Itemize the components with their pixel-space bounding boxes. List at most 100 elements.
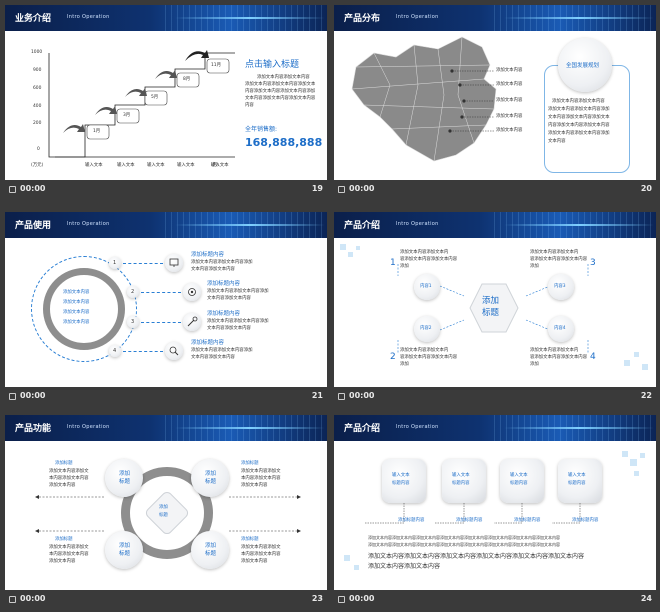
node-label: 添加: [205, 471, 217, 477]
slide-header: 产品使用 Intro Operation: [5, 212, 327, 238]
slide-timing: 00:00: [349, 391, 375, 400]
plan-body-line: 文本内容: [548, 139, 566, 144]
transition-icon: [338, 186, 345, 193]
big-text-line: 添加文本内容添加文本内容: [368, 563, 441, 570]
slide-title: 产品使用: [15, 221, 52, 231]
body-line: 文本内容添加文本内容添加文本内容: [245, 96, 316, 101]
x-tick-label: 输入文本: [147, 163, 165, 168]
map-label: 添加文本内容: [496, 82, 523, 87]
node-body-line: 添加: [530, 362, 539, 367]
body-line: 添加文本内容添加文本内容添加文本: [245, 82, 316, 87]
node-label: 内容4: [554, 326, 566, 331]
gear-icon: [183, 283, 201, 301]
node-circle: [191, 459, 229, 497]
plan-title: 全国发展规划: [566, 63, 600, 69]
slide-canvas: 产品分布 Intro Operation 添加文本内容 添加文本内容 添加文本内…: [334, 5, 656, 180]
x-tick-label: 输入文本: [211, 163, 229, 168]
slide-thumbnail-20[interactable]: 产品分布 Intro Operation 添加文本内容 添加文本内容 添加文本内…: [334, 5, 656, 200]
body-line: 内容添加文本内容添加文本内容添加: [245, 89, 316, 94]
center-title-line: 添加: [159, 505, 168, 510]
node-label: 标题: [119, 479, 131, 485]
bar-label: 3月: [123, 113, 131, 118]
slide-timing: 00:00: [349, 594, 375, 603]
node-body-line: 添加文本内容添加文: [241, 469, 281, 474]
node-number: 2: [390, 352, 396, 362]
node-body-line: 添加文本内容添加文: [49, 469, 89, 474]
node-body-line: 添加文本内容: [241, 483, 268, 488]
node-body-line: 容添加文本内容添加文本内容: [530, 257, 588, 262]
plan-body-line: 添加文本内容添加文本内容添加: [548, 107, 610, 112]
item-title: 添加标题内容: [191, 252, 225, 258]
x-tick-label: 输入文本: [85, 163, 103, 168]
slide-number: 19: [311, 184, 323, 193]
map-label: 添加文本内容: [496, 128, 523, 133]
map-label: 添加文本内容: [496, 68, 523, 73]
body-line: 内容: [245, 103, 254, 108]
center-text-line: 添加文本内容: [63, 310, 90, 315]
node-body-line: 容添加文本内容添加文本内容: [400, 355, 458, 360]
wrench-icon: [183, 313, 201, 331]
slide-number: 23: [311, 594, 323, 603]
slide-thumbnail-23[interactable]: 产品功能 Intro Operation 添加 标题 添加 标题 添加 标题 添…: [5, 415, 327, 610]
slide-thumbnail-21[interactable]: 产品使用 Intro Operation 添加文本内容 添加文本内容 添加文本内…: [5, 212, 327, 407]
item-title: 添加标题内容: [207, 281, 241, 287]
total-value: 168,888,888: [245, 136, 323, 149]
node-label: 标题: [205, 479, 217, 485]
node-body-line: 添加文本内容添加文本内: [400, 348, 449, 353]
slide-footer: 00:00 19: [5, 180, 327, 200]
node-body-line: 添加文本内容添加文本内: [530, 348, 579, 353]
slide-thumbnail-24[interactable]: 产品介绍 Intro Operation 输入文本 标题内容 输入文本 标题内容…: [334, 415, 656, 610]
slide-timing: 00:00: [349, 184, 375, 193]
big-text-line: 添加文本内容添加文本内容添加文本内容添加文本内容添加文本内容添加文本内容: [368, 553, 585, 560]
item-body-line: 添加文本内容添加文本内容添加: [207, 289, 269, 294]
connector-line: [141, 292, 181, 293]
step-number: 4: [113, 348, 117, 354]
center-title-line: 添加: [482, 296, 500, 306]
node-body-line: 添加文本内容添加文本内: [530, 250, 579, 255]
node-circle: [191, 531, 229, 569]
search-icon: [165, 342, 183, 360]
slide-number: 22: [640, 391, 652, 400]
slide-thumbnail-19[interactable]: 业务介绍 Intro Operation 1000 900 600 400 20…: [5, 5, 327, 200]
heading: 点击输入标题: [245, 60, 300, 70]
step-number: 1: [113, 260, 117, 266]
body-line: 添加文本内容添加文本内容: [257, 75, 310, 80]
slide-footer: 00:00 23: [5, 590, 327, 610]
slide-timing: 00:00: [20, 594, 46, 603]
node-label: 添加: [205, 543, 217, 549]
slide-timing: 00:00: [20, 184, 46, 193]
card-title: 添加标题内容: [398, 518, 425, 523]
node-label: 内容1: [420, 284, 432, 289]
node-body-line: 添加文本内容添加文: [241, 545, 281, 550]
step-number: 3: [131, 319, 135, 325]
node-body-line: 添加文本内容添加文: [49, 545, 89, 550]
bar-label: 1月: [93, 129, 101, 134]
node-title: 添加标题: [241, 461, 259, 466]
node-title: 添加标题: [55, 461, 73, 466]
slide-thumbnail-22[interactable]: 产品介绍 Intro Operation 添加 标题 内容1 1 添加文本内容添…: [334, 212, 656, 407]
card-title: 添加标题内容: [514, 518, 541, 523]
bar-label: 5月: [151, 95, 159, 100]
bar-label: 11月: [211, 63, 221, 68]
node-body-line: 本内容添加文本内容: [49, 552, 89, 557]
item-title: 添加标题内容: [207, 311, 241, 317]
node-body-line: 本内容添加文本内容: [241, 476, 281, 481]
slide-footer: 00:00 24: [334, 590, 656, 610]
node-body-line: 添加文本内容添加文本内: [400, 250, 449, 255]
item-body-line: 文本内容添加文本内容: [207, 296, 251, 301]
node-body-line: 添加: [400, 264, 409, 269]
node-circle: [105, 531, 143, 569]
center-title-line: 标题: [482, 308, 500, 318]
slide-sorter-grid: 业务介绍 Intro Operation 1000 900 600 400 20…: [0, 0, 660, 612]
transition-icon: [9, 186, 16, 193]
plan-body-line: 添加文本内容添加文本内容添加: [548, 131, 610, 136]
node-title: 添加标题: [241, 537, 259, 542]
node-body-line: 容添加文本内容添加文本内容: [530, 355, 588, 360]
card-title: 添加标题内容: [456, 518, 483, 523]
connector-line: [141, 322, 181, 323]
item-body-line: 添加文本内容添加文本内容添加: [191, 260, 253, 265]
slide-canvas: 业务介绍 Intro Operation 1000 900 600 400 20…: [5, 5, 327, 180]
center-text-line: 添加文本内容: [63, 320, 90, 325]
slide-footer: 00:00 20: [334, 180, 656, 200]
plan-body-line: 添加文本内容添加文本内容: [552, 99, 605, 104]
